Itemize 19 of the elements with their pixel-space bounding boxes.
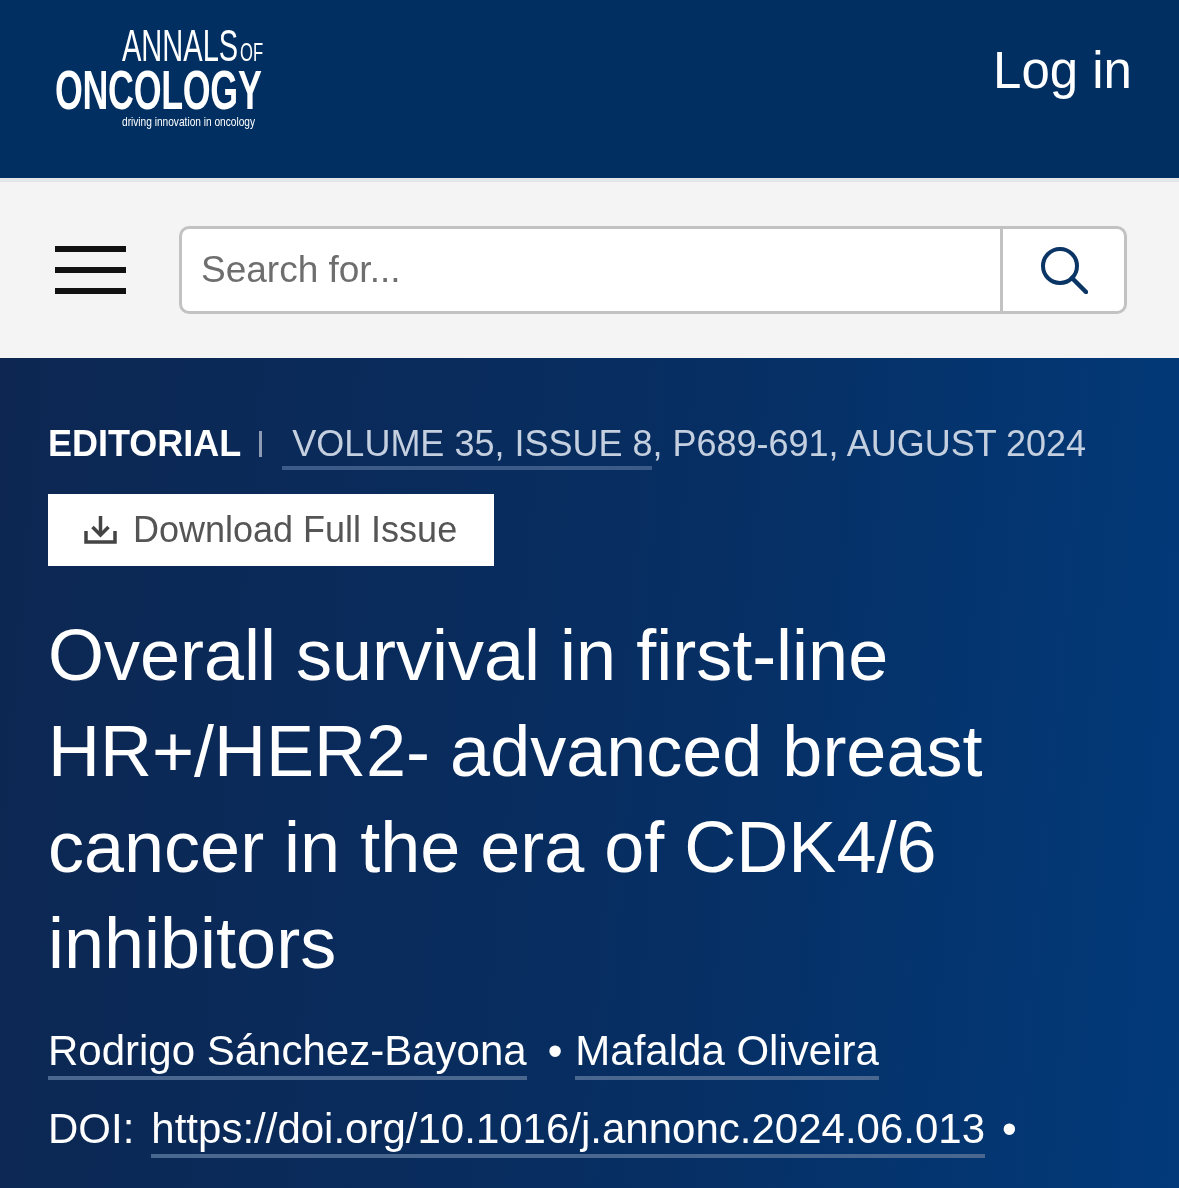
bullet-separator: • — [1002, 1104, 1017, 1154]
menu-button[interactable] — [55, 246, 126, 294]
download-icon — [84, 516, 117, 544]
doi-link[interactable]: https://doi.org/10.1016/j.annonc.2024.06.013 — [151, 1104, 985, 1158]
issue-link[interactable]: VOLUME 35, ISSUE 8 — [282, 422, 653, 470]
article-title: Overall survival in first-line HR+/HER2- advanced breast cancer in the era of CDK4/6 inhibitors — [48, 614, 984, 985]
article-type-label: EDITORIAL — [48, 422, 242, 466]
login-link[interactable]: Log in — [993, 41, 1132, 101]
doi-label: DOI: — [48, 1104, 135, 1154]
search-icon — [1039, 246, 1088, 294]
download-button[interactable]: Download Full Issue — [48, 494, 495, 566]
issue-details: , P689-691, AUGUST 2024 — [652, 422, 1087, 466]
author-link[interactable]: Rodrigo Sánchez-Bayona — [48, 1026, 527, 1080]
bullet-separator: • — [547, 1026, 563, 1076]
menu-icon — [55, 246, 126, 294]
journal-logo[interactable]: ANNALSOF ONCOLOGY driving innovation in oncology — [55, 24, 265, 128]
author-link[interactable]: Mafalda Oliveira — [575, 1026, 879, 1080]
search-button[interactable] — [1000, 226, 1127, 314]
search-field[interactable]: Search for... — [179, 226, 1000, 314]
